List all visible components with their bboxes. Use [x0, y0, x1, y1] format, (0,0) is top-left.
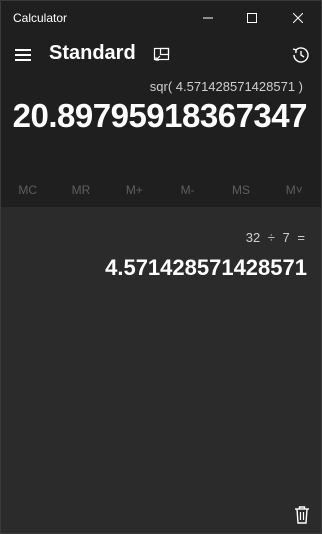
app-header: Standard: [1, 35, 321, 75]
keep-on-top-button[interactable]: [151, 44, 173, 66]
menu-icon[interactable]: [11, 43, 35, 67]
memory-clear-button[interactable]: MC: [1, 175, 54, 205]
title-bar[interactable]: Calculator: [1, 1, 321, 35]
close-button[interactable]: [275, 1, 321, 35]
result-display: 20.89795918367347: [12, 97, 308, 134]
history-panel: 32 ÷ 7 = 4.571428571428571: [1, 207, 321, 533]
app-title: Calculator: [13, 11, 68, 25]
minimize-button[interactable]: [185, 1, 231, 35]
memory-recall-button[interactable]: MR: [54, 175, 107, 205]
calculator-window: Calculator Standard sqr(4.5714285714285…: [0, 0, 322, 534]
close-icon: [293, 13, 303, 23]
memory-add-button[interactable]: M+: [108, 175, 161, 205]
minimize-icon: [203, 17, 213, 19]
memory-store-button[interactable]: MS: [214, 175, 267, 205]
history-item-result[interactable]: 4.571428571428571: [105, 255, 307, 281]
mode-title: Standard: [49, 42, 136, 64]
history-icon: [292, 47, 309, 63]
history-item-expression[interactable]: 32 ÷ 7 =: [246, 230, 305, 245]
memory-list-button[interactable]: M˅: [268, 175, 321, 205]
expression-display: sqr( 4.571428571428571 ): [149, 79, 303, 94]
trash-icon: [295, 506, 309, 524]
memory-subtract-button[interactable]: M-: [161, 175, 214, 205]
clear-history-button[interactable]: [290, 503, 314, 527]
maximize-icon: [247, 13, 257, 23]
history-button[interactable]: [289, 43, 313, 67]
maximize-button[interactable]: [229, 1, 275, 35]
keep-on-top-icon: [153, 47, 170, 61]
memory-row: MC MR M+ M- MS M˅: [1, 175, 321, 205]
